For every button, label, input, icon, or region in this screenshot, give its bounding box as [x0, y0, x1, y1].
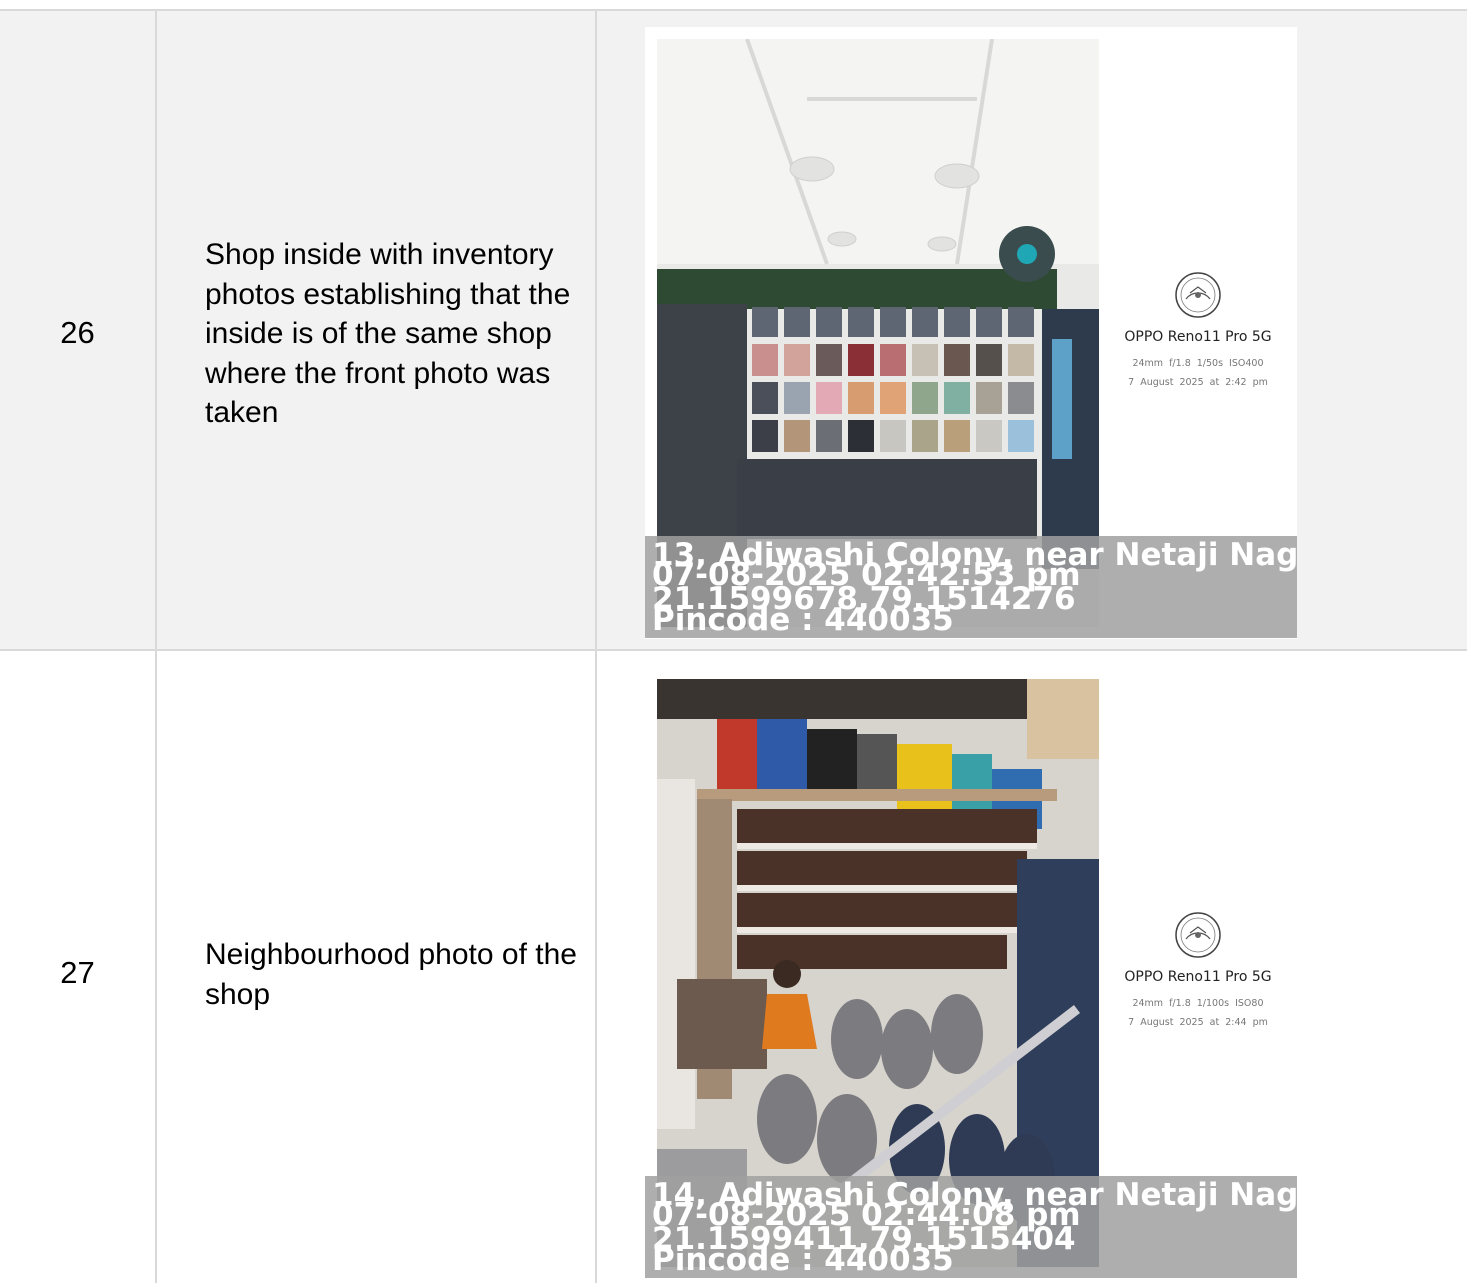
row-number: 27 — [60, 955, 95, 990]
geo-stamp: 14, Adiwashi Colony, near Netaji Nagar, … — [645, 1176, 1297, 1278]
camera-model: OPPO Reno11 Pro 5G — [1124, 969, 1272, 985]
stamp-pincode: Pincode : 440035 — [652, 602, 954, 638]
table-row: 27 Neighbourhood photo of the shop OPPO … — [0, 650, 1467, 1283]
capture-date: 7 August 2025 at 2:44 pm — [1128, 1017, 1268, 1028]
row-description: Shop inside with inventory photos establ… — [205, 238, 571, 429]
photo-card: OPPO Reno11 Pro 5G 24mm f/1.8 1/100s ISO… — [645, 667, 1297, 1279]
camera-info: OPPO Reno11 Pro 5G 24mm f/1.8 1/50s ISO4… — [1115, 271, 1281, 392]
row-description: Neighbourhood photo of the shop — [205, 938, 577, 1011]
capture-date: 7 August 2025 at 2:42 pm — [1128, 377, 1268, 388]
seal-emblem-icon — [1174, 271, 1222, 319]
camera-model: OPPO Reno11 Pro 5G — [1124, 329, 1272, 345]
row-number: 26 — [60, 315, 95, 350]
geo-stamp: 13, Adiwashi Colony, near Netaji Nagar, … — [645, 536, 1297, 638]
photo-card: OPPO Reno11 Pro 5G 24mm f/1.8 1/50s ISO4… — [645, 27, 1297, 639]
table-row-divider — [0, 649, 1467, 651]
stamp-pincode: Pincode : 440035 — [652, 1242, 954, 1278]
camera-info: OPPO Reno11 Pro 5G 24mm f/1.8 1/100s ISO… — [1115, 911, 1281, 1032]
evidence-table: 26 Shop inside with inventory photos est… — [0, 0, 1467, 1283]
table-column-divider — [155, 9, 157, 1283]
table-border-top — [0, 9, 1467, 11]
seal-emblem-icon — [1174, 911, 1222, 959]
camera-params: 24mm f/1.8 1/100s ISO80 — [1132, 998, 1264, 1009]
table-row: 26 Shop inside with inventory photos est… — [0, 10, 1467, 650]
table-column-divider — [595, 9, 597, 1283]
camera-params: 24mm f/1.8 1/50s ISO400 — [1132, 358, 1264, 369]
